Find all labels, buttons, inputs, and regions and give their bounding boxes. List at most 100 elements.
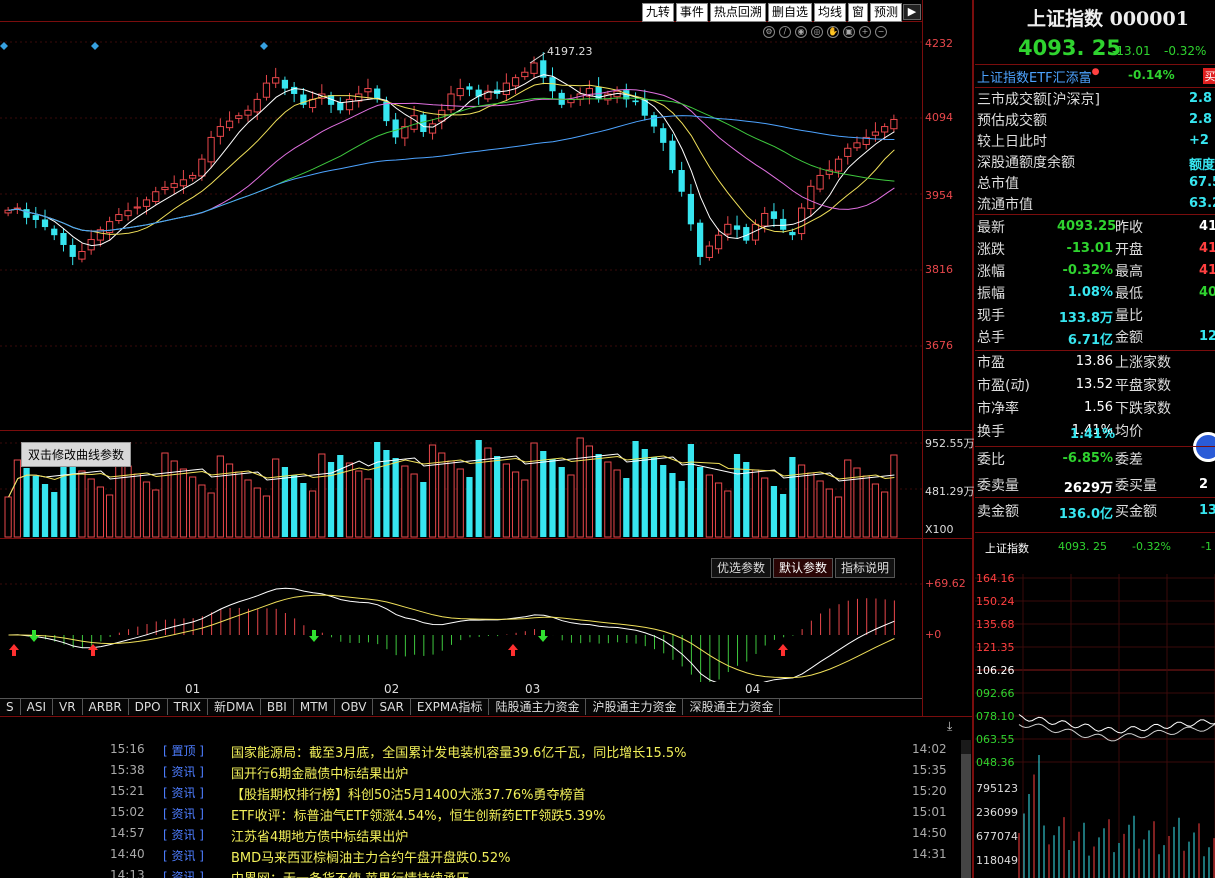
news-scrollbar[interactable]	[961, 740, 971, 878]
valuation-label: 上涨家数	[1115, 355, 1171, 371]
indicator-tab-11[interactable]: EXPMA指标	[410, 699, 490, 715]
volume-bar	[105, 494, 114, 538]
mini-price-tick: 150.24	[976, 595, 1015, 608]
macd-chart	[0, 583, 922, 682]
news-row[interactable]: 15:38 [ 资讯 ] 国开行6期金融债中标结果出炉 15:35	[0, 763, 960, 784]
candle-body	[816, 174, 824, 190]
eye-icon[interactable]: ◉	[795, 26, 807, 38]
play-icon[interactable]: ▶	[903, 4, 921, 20]
toolbar-button-0[interactable]: 九转	[641, 3, 674, 22]
valuation-label: 市净率	[977, 401, 1019, 417]
zoom-out-icon[interactable]: −	[875, 26, 887, 38]
indicator-tab-1[interactable]: ASI	[20, 699, 53, 715]
section-divider	[975, 497, 1215, 498]
indicator-tab-0[interactable]: S	[0, 699, 21, 715]
toolbar-button-3[interactable]: 删自选	[767, 3, 812, 22]
candle-body	[170, 183, 178, 188]
axis-divider	[922, 0, 923, 716]
volume-bar	[179, 468, 188, 538]
volume-bar	[207, 492, 215, 538]
news-row[interactable]: 15:21 [ 资讯 ] 【股指期权排行榜】科创50沽5月1400大涨37.76%勇…	[0, 784, 960, 805]
volume-bar	[511, 471, 520, 538]
hand-icon[interactable]: ✋	[827, 26, 839, 38]
candle-body	[281, 79, 289, 89]
volume-bar	[697, 467, 704, 537]
toolbar-button-5[interactable]: 窗	[847, 3, 868, 22]
volume-bar	[216, 455, 224, 538]
draw-pen-icon[interactable]: /	[779, 26, 791, 38]
mini-price-tick: 135.68	[976, 618, 1015, 631]
volume-bar	[447, 460, 455, 538]
intraday-chart[interactable]: 164.16 150.24 135.68 121.35 106.26 092.66 078.…	[975, 574, 1215, 878]
indicator-tab-2[interactable]: VR	[53, 699, 83, 715]
news-time: 14:13	[110, 868, 145, 878]
indicator-tab-7[interactable]: BBI	[260, 699, 294, 715]
indicator-tab-14[interactable]: 深股通主力资金	[683, 699, 781, 715]
volume-bar	[595, 454, 602, 537]
settings-icon[interactable]: ⚙	[763, 26, 775, 38]
candle-body	[51, 228, 58, 236]
news-row[interactable]: 14:40 [ 资讯 ] BMD马来西亚棕榈油主力合约午盘开盘跌0.52% 14:31	[0, 847, 960, 868]
quote-label: 开盘	[1115, 242, 1143, 258]
volume-bar	[705, 474, 713, 538]
news-row[interactable]: 14:57 [ 资讯 ] 江苏省4期地方债中标结果出炉 14:50	[0, 826, 960, 847]
valuation-value: 13.86	[1075, 354, 1113, 369]
last-price: 4093. 25	[1018, 36, 1121, 60]
news-cat: [ 资讯 ]	[163, 828, 204, 842]
volume-bar	[345, 462, 354, 538]
indicator-tab-4[interactable]: DPO	[128, 699, 168, 715]
indicator-tab-6[interactable]: 新DMA	[208, 699, 261, 715]
candle-body	[697, 222, 704, 257]
mini-vol-tick: 677074	[976, 830, 1018, 843]
toolbar-button-6[interactable]: 预测	[869, 3, 902, 22]
volume-bar	[641, 449, 648, 537]
eye-off-icon[interactable]: ◎	[811, 26, 823, 38]
zoom-in-icon[interactable]: +	[859, 26, 871, 38]
volume-bar	[272, 458, 280, 538]
indicator-tab-3[interactable]: ARBR	[82, 699, 129, 715]
download-icon[interactable]: ⤓	[947, 719, 952, 734]
volume-bar	[623, 478, 630, 537]
assistant-icon[interactable]	[1193, 432, 1215, 462]
volume-bar	[733, 454, 741, 537]
mini-price-tick: 106.26	[976, 664, 1015, 677]
sell-arrow-icon	[29, 630, 39, 642]
indicator-tab-10[interactable]: SAR	[373, 699, 411, 715]
news-row[interactable]: 15:02 [ 资讯 ] ETF收评：标普油气ETF领涨4.54%，恒生创新药ETF…	[0, 805, 960, 826]
lock-icon[interactable]: ▣	[843, 26, 855, 38]
news-time2: 15:35	[912, 763, 947, 777]
macd-tab-2[interactable]: 指标说明	[835, 558, 896, 578]
toolbar-button-4[interactable]: 均线	[813, 3, 846, 22]
indicator-tab-12[interactable]: 陆股通主力资金	[489, 699, 587, 715]
volume-bar	[383, 450, 390, 537]
indicator-tab-9[interactable]: OBV	[334, 699, 374, 715]
macd-tab-1[interactable]: 默认参数	[773, 558, 834, 578]
candle-body	[660, 128, 667, 143]
volume-bar	[87, 478, 95, 538]
news-title: BMD马来西亚棕榈油主力合约午盘开盘跌0.52%	[231, 851, 511, 866]
candlestick-chart[interactable]: 4197.23	[0, 22, 922, 430]
quote-label: 振幅	[977, 286, 1005, 302]
toolbar-button-2[interactable]: 热点回溯	[709, 3, 766, 22]
candle-body	[669, 140, 676, 171]
indicator-tab-5[interactable]: TRIX	[167, 699, 209, 715]
mini-vol-tick: 236099	[976, 806, 1018, 819]
volume-bar	[576, 437, 584, 538]
buy-arrow-icon	[778, 644, 788, 656]
quote-label: 最新	[977, 220, 1005, 236]
macd-tab-0[interactable]: 优选参数	[711, 558, 772, 578]
volume-bar	[337, 455, 344, 537]
price-tick: 3816	[925, 263, 953, 276]
quote-value: 41	[1199, 241, 1215, 256]
price-tick: 3954	[925, 189, 953, 202]
etf-link[interactable]: 上证指数ETF汇添富●	[977, 67, 1100, 86]
order-value: 136.0亿	[1058, 507, 1113, 522]
indicator-tab-13[interactable]: 沪股通主力资金	[586, 699, 684, 715]
indicator-tab-8[interactable]: MTM	[293, 699, 335, 715]
toolbar-button-1[interactable]: 事件	[675, 3, 708, 22]
news-row[interactable]: 14:13 [ 资讯 ] 中界网：无一条货不使 苹果行情持续承压	[0, 868, 960, 878]
news-row[interactable]: 15:16 [ 置顶 ] 国家能源局：截至3月底，全国累计发电装机容量39.6亿千瓦…	[0, 742, 960, 763]
etf-buy-button[interactable]: 买	[1203, 68, 1215, 84]
volume-bar	[60, 455, 67, 537]
volume-bar	[438, 452, 446, 538]
